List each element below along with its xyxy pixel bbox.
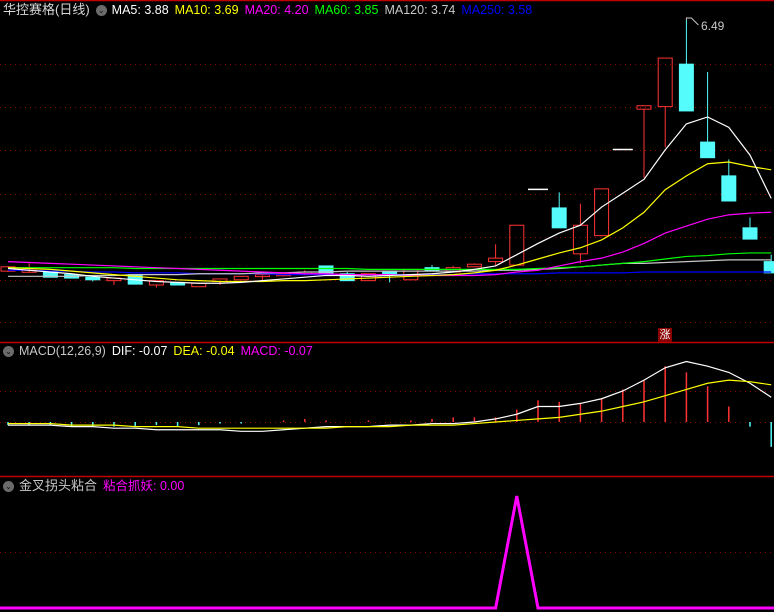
- macd-title: MACD(12,26,9): [19, 344, 106, 358]
- dea-line: [8, 379, 772, 429]
- down-candle: [742, 227, 758, 240]
- stock-chart[interactable]: [0, 0, 774, 612]
- ma60-label: MA60: 3.85: [314, 3, 379, 17]
- moving-average-lines: [7, 116, 772, 284]
- signal-panel-header: ⌄ 金叉拐头粘合 粘合抓妖: 0.00: [3, 478, 190, 494]
- up-candle: [488, 257, 504, 263]
- price-panel-header: 华控赛格(日线) ⌄ MA5: 3.88 MA10: 3.69 MA20: 4.…: [3, 2, 538, 18]
- down-candle: [700, 141, 716, 159]
- ma5-line: [7, 116, 772, 284]
- macd-label: MACD: -0.07: [240, 344, 313, 358]
- ma10-label: MA10: 3.69: [174, 3, 239, 17]
- ma20-label: MA20: 4.20: [244, 3, 309, 17]
- up-candle: [594, 188, 610, 237]
- high-price-label: 6.49: [701, 19, 725, 33]
- down-candle: [551, 207, 567, 229]
- down-candle: [678, 63, 694, 112]
- chevron-down-icon[interactable]: ⌄: [3, 345, 14, 357]
- dif-label: DIF: -0.07: [111, 344, 168, 358]
- high-annotation-line: [685, 17, 699, 26]
- rise-marker: 涨: [658, 328, 672, 342]
- stock-title: 华控赛格(日线): [3, 2, 90, 17]
- chevron-down-icon[interactable]: ⌄: [3, 480, 14, 492]
- ma20-line: [7, 211, 772, 277]
- dif-line: [8, 360, 772, 432]
- signal-title: 金叉拐头粘合: [19, 478, 98, 493]
- signal-value-label: 粘合抓妖: 0.00: [103, 479, 185, 493]
- down-candle: [763, 261, 774, 274]
- up-candle: [509, 224, 525, 266]
- ma5-label: MA5: 3.88: [111, 3, 169, 17]
- macd-panel: [7, 360, 772, 447]
- chevron-down-icon[interactable]: ⌄: [95, 4, 107, 16]
- up-candle: [233, 275, 249, 281]
- up-candle: [636, 105, 652, 110]
- ma120-label: MA120: 3.74: [384, 3, 456, 17]
- macd-panel-header: ⌄ MACD(12,26,9) DIF: -0.07 DEA: -0.04 MA…: [3, 343, 319, 359]
- signal-line: [0, 495, 774, 610]
- candlesticks: [0, 17, 774, 288]
- signal-panel: [0, 495, 774, 610]
- ma250-label: MA250: 3.58: [461, 3, 533, 17]
- ma60-line: [8, 252, 772, 271]
- up-candle: [657, 57, 673, 108]
- down-candle: [85, 276, 101, 281]
- down-candle: [721, 175, 737, 202]
- dea-label: DEA: -0.04: [173, 344, 235, 358]
- ma10-line: [7, 161, 772, 283]
- up-candle: [466, 263, 482, 268]
